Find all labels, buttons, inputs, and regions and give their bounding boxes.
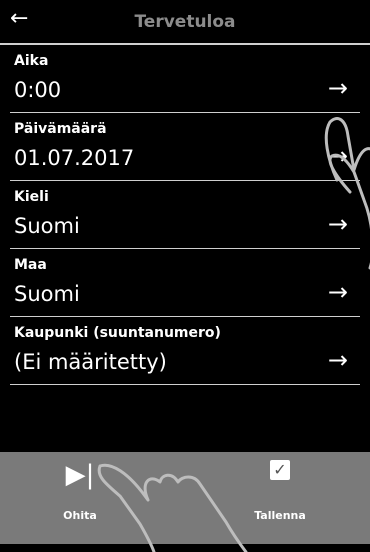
header-bar: ← Tervetuloa	[0, 0, 370, 45]
save-label: Tallenna	[254, 509, 306, 522]
arrow-right-icon[interactable]: →	[328, 75, 348, 101]
bottom-action-bar: ▶| Ohita ✓ Tallenna	[0, 452, 370, 544]
setting-label: Päivämäärä	[14, 121, 107, 137]
skip-icon: ▶|	[65, 460, 95, 490]
arrow-right-icon[interactable]: →	[328, 347, 348, 373]
setting-value: Suomi	[14, 282, 80, 306]
setting-label: Maa	[14, 257, 47, 273]
setting-row-country[interactable]: Maa Suomi →	[10, 249, 360, 317]
setting-value: 01.07.2017	[14, 146, 135, 170]
setting-row-time[interactable]: Aika 0:00 →	[10, 45, 360, 113]
setting-value: (Ei määritetty)	[14, 350, 167, 374]
setting-label: Kieli	[14, 189, 49, 205]
page-title: Tervetuloa	[134, 12, 236, 32]
arrow-right-icon[interactable]: →	[328, 279, 348, 305]
setting-value: Suomi	[14, 214, 80, 238]
setting-row-language[interactable]: Kieli Suomi →	[10, 181, 360, 249]
skip-label: Ohita	[63, 509, 97, 522]
setting-row-city-code[interactable]: Kaupunki (suuntanumero) (Ei määritetty) …	[10, 317, 360, 385]
setting-label: Kaupunki (suuntanumero)	[14, 325, 221, 341]
setting-row-date[interactable]: Päivämäärä 01.07.2017 →	[10, 113, 360, 181]
arrow-right-icon[interactable]: →	[328, 143, 348, 169]
save-button[interactable]: ✓ Tallenna	[200, 452, 360, 544]
setting-value: 0:00	[14, 78, 62, 102]
setting-label: Aika	[14, 53, 49, 69]
checkbox-icon: ✓	[200, 460, 360, 480]
skip-button[interactable]: ▶| Ohita	[0, 452, 160, 544]
arrow-right-icon[interactable]: →	[328, 211, 348, 237]
